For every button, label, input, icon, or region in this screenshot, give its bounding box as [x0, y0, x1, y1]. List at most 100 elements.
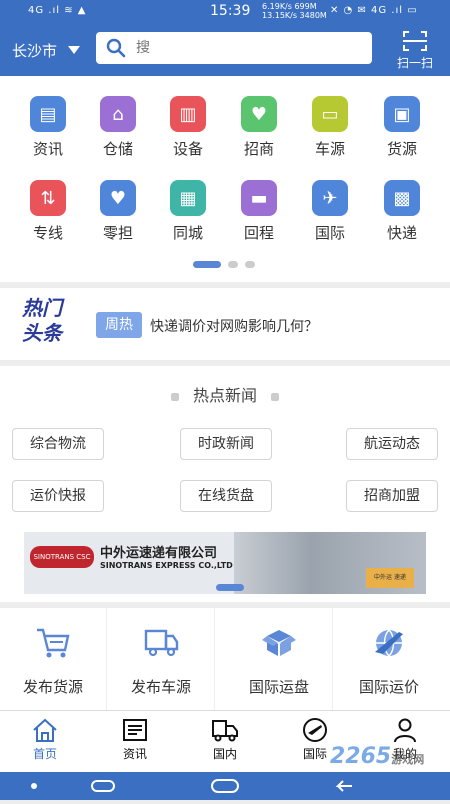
search-icon	[106, 38, 126, 58]
watermark-sub: 游戏网	[391, 753, 425, 766]
newspaper-icon	[123, 719, 147, 741]
grid-item[interactable]: ♥ 招商	[229, 96, 289, 159]
icon-glyph: ♥	[109, 187, 127, 209]
status-right-icons: ✕ ◔ ✉ 4G .ıl ▭	[330, 5, 418, 16]
cart-icon	[37, 628, 70, 658]
globe-plane-icon	[375, 629, 403, 657]
grid-item[interactable]: ▥ 设备	[158, 96, 218, 159]
search-bar[interactable]	[96, 32, 372, 64]
truck-icon	[212, 720, 238, 742]
nav-back-icon[interactable]	[335, 780, 352, 792]
scan-icon	[403, 31, 427, 51]
sinotrans-logo: SINOTRANS CSC	[30, 546, 94, 568]
bullet-icon	[170, 392, 179, 401]
icon-glyph: ▣	[393, 103, 411, 125]
hot-logo-line1: 热门	[22, 296, 62, 320]
grid-item-label: 回程	[243, 224, 274, 242]
equipment-icon: ▥	[170, 96, 206, 132]
grid-item-label: 国际	[314, 224, 345, 242]
status-bar: 4G .ıl ≋ ▲ 15:39 6.19K/s 699M 13.15K/s 3…	[0, 0, 450, 24]
tab-label: 资讯	[122, 747, 147, 761]
news-category-pill[interactable]: 招商加盟	[346, 480, 438, 512]
grid-item[interactable]: ✈ 国际	[300, 180, 360, 243]
icon-glyph: ▦	[179, 187, 197, 209]
icon-glyph: ♥	[250, 103, 268, 125]
grid-item-label: 车源	[314, 140, 345, 158]
watermark-text: 2265	[330, 744, 392, 769]
grid-item-label: 零担	[102, 224, 133, 242]
grid-item-label: 快递	[386, 224, 417, 242]
news-category-pill[interactable]: 时政新闻	[180, 428, 272, 460]
hot-headline-card[interactable]: 热门 头条 周热 快递调价对网购影响几何？	[0, 288, 450, 360]
ad-banner[interactable]: SINOTRANS CSC 中外运速递有限公司 SINOTRANS EXPRES…	[24, 532, 426, 594]
publish-cargo-button[interactable]: 发布货源	[0, 608, 107, 710]
publish-label: 发布车源	[130, 678, 191, 696]
home-icon	[33, 718, 57, 742]
banner-box: 中外运 速递	[366, 568, 414, 588]
watermark-logo: 2265游戏网	[330, 744, 424, 769]
tab-news[interactable]: 资讯	[100, 717, 170, 762]
publish-vehicle-button[interactable]: 发布车源	[108, 608, 215, 710]
hot-logo: 热门 头条	[22, 296, 78, 352]
status-speed: 6.19K/s 699M 13.15K/s 3480M	[262, 2, 327, 20]
box-open-icon	[262, 630, 296, 656]
section-title-text: 热点新闻	[192, 386, 257, 405]
grid-item[interactable]: ▬ 回程	[229, 180, 289, 243]
news-category-pill[interactable]: 在线货盘	[180, 480, 272, 512]
icon-glyph: ▩	[393, 187, 411, 209]
grid-item[interactable]: ▤ 资讯	[18, 96, 78, 159]
publish-label: 国际运盘	[248, 678, 309, 696]
search-input[interactable]	[134, 39, 358, 57]
grid-item[interactable]: ♥ 零担	[88, 180, 148, 243]
route-icon: ⇅	[30, 180, 66, 216]
icon-glyph: ⇅	[40, 187, 56, 209]
nav-buttons	[31, 779, 352, 793]
truck-icon	[144, 629, 179, 657]
top-bar: 长沙市 扫一扫	[0, 24, 450, 76]
grid-item[interactable]: ⌂ 仓储	[88, 96, 148, 159]
nav-recent-icon[interactable]	[91, 780, 115, 792]
city-selector[interactable]: 长沙市	[12, 40, 57, 61]
user-icon	[394, 718, 416, 743]
status-left-icons: 4G .ıl ≋ ▲	[28, 5, 87, 16]
page-dot[interactable]	[245, 261, 255, 268]
icon-glyph: ▬	[250, 187, 268, 209]
grid-item[interactable]: ▭ 车源	[300, 96, 360, 159]
tab-home[interactable]: 首页	[10, 717, 80, 762]
bullet-icon	[271, 392, 279, 401]
hot-logo-line2: 头条	[22, 321, 62, 345]
city-icon: ▦	[170, 180, 206, 216]
intl-cargo-button[interactable]: 国际运盘	[226, 608, 333, 710]
grid-item-label: 货源	[386, 140, 417, 158]
banner-indicator	[216, 584, 244, 591]
page-dot[interactable]	[228, 261, 238, 268]
banner-company-cn: 中外运速递有限公司	[100, 546, 218, 561]
news-category-pill[interactable]: 航运动态	[346, 428, 438, 460]
page-indicator	[0, 261, 450, 269]
grid-item[interactable]: ▩ 快递	[372, 180, 432, 243]
icon-glyph: ⌂	[112, 103, 124, 125]
scan-button[interactable]: 扫一扫	[388, 28, 442, 72]
grid-item[interactable]: ▣ 货源	[372, 96, 432, 159]
grid-item-label: 设备	[172, 140, 203, 158]
nav-dot-icon[interactable]	[31, 783, 37, 789]
news-category-pill[interactable]: 运价快报	[12, 480, 104, 512]
tab-label: 国内	[212, 747, 237, 761]
airplane-icon: ✈	[312, 180, 348, 216]
grid-item[interactable]: ▦ 同城	[158, 180, 218, 243]
nav-home-icon[interactable]	[211, 779, 239, 793]
category-grid: ▤ 资讯 ⌂ 仓储 ▥ 设备 ♥ 招商 ▭ 车源 ▣ 货源 ⇅ 专线 ♥ 零担 ▦ 同城 ▬ 回程 ✈ 国际 ▩ 快递	[0, 76, 450, 282]
page-dot-active[interactable]	[193, 261, 221, 268]
grid-item[interactable]: ⇅ 专线	[18, 180, 78, 243]
hot-tag: 周热	[96, 312, 142, 338]
package-icon: ▣	[384, 96, 420, 132]
caret-down-icon[interactable]	[68, 46, 80, 54]
system-navigation-bar	[0, 772, 450, 800]
news-icon: ▤	[30, 96, 66, 132]
hot-headline[interactable]: 快递调价对网购影响几何？	[150, 316, 318, 336]
news-category-pill[interactable]: 综合物流	[12, 428, 104, 460]
icon-glyph: ✈	[322, 187, 338, 209]
car-icon: ▭	[312, 96, 348, 132]
intl-rate-button[interactable]: 国际运价	[336, 608, 442, 710]
tab-domestic[interactable]: 国内	[190, 717, 260, 762]
